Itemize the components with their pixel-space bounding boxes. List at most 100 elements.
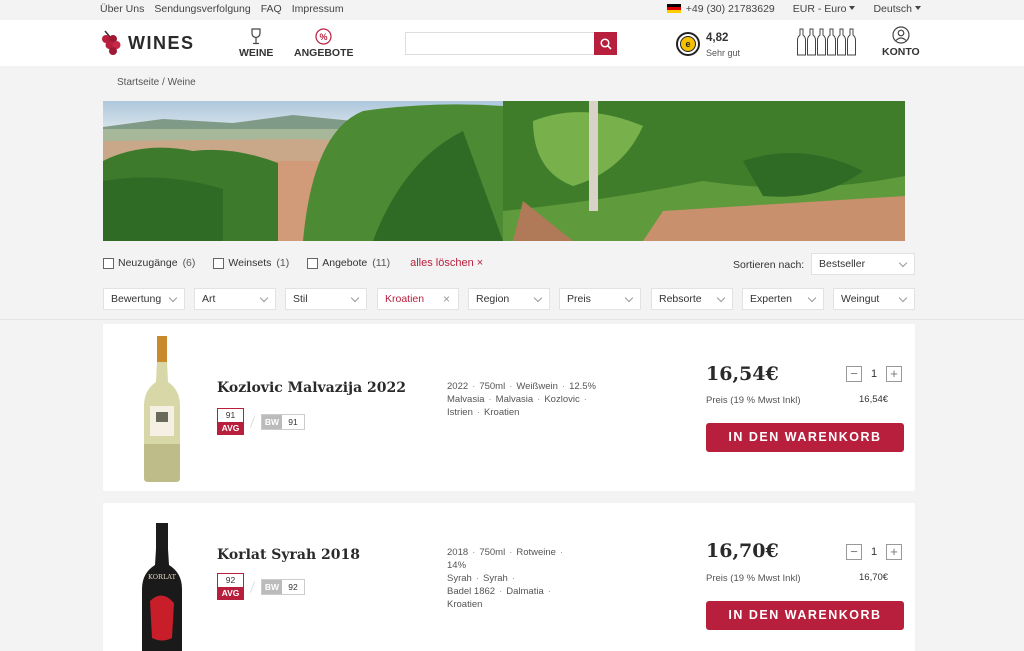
detail-vintage: 2018: [447, 547, 469, 558]
sort-value: Bestseller: [819, 258, 866, 270]
product-name[interactable]: Kozlovic Malvazija 2022: [217, 380, 406, 396]
product-details: 2022 · 750ml · Weißwein · 12.5% Malvasia · Malva…: [447, 381, 596, 418]
nav-weine-label: WEINE: [239, 47, 274, 59]
checkbox[interactable]: [103, 257, 114, 269]
filter-rebsorte[interactable]: Rebsorte: [651, 288, 733, 310]
product-scores: 92 AVG BW 92: [217, 573, 305, 600]
bw-score-value: 92: [288, 581, 298, 592]
add-to-cart-button[interactable]: IN DEN WARENKORB: [706, 423, 904, 452]
price-note: Preis (19 % Mwst Inkl): [706, 573, 801, 584]
filter-experten[interactable]: Experten: [742, 288, 824, 310]
vineyard-illustration: [103, 101, 905, 241]
separator: [249, 415, 256, 428]
detail-grape: Malvasia: [495, 394, 534, 405]
top-right: +49 (30) 21783629 EUR - Euro Deutsch: [666, 3, 921, 15]
detail-region: Istrien: [447, 407, 473, 418]
filter-weinsets[interactable]: Weinsets (1): [213, 257, 289, 269]
wine-bottle-image[interactable]: KORLAT: [138, 513, 186, 651]
link-faq[interactable]: FAQ: [261, 3, 282, 15]
filter-stil[interactable]: Stil: [285, 288, 367, 310]
phone-contact[interactable]: +49 (30) 21783629: [666, 3, 775, 15]
nav-angebote[interactable]: % ANGEBOTE: [294, 28, 354, 59]
avg-score-badge: 91 AVG: [217, 408, 244, 435]
nav-weine[interactable]: WEINE: [239, 28, 273, 59]
checkbox[interactable]: [307, 257, 319, 269]
product-price: 16,70€: [706, 540, 779, 562]
filter-neuzugaenge[interactable]: Neuzugänge (6): [103, 257, 195, 269]
link-ueber-uns[interactable]: Über Uns: [100, 3, 144, 15]
clear-all-filters-link[interactable]: alles löschen ×: [410, 257, 483, 269]
currency-label: EUR - Euro: [792, 3, 847, 15]
product-name[interactable]: Korlat Syrah 2018: [217, 547, 360, 563]
language-selector[interactable]: Deutsch: [873, 3, 921, 15]
checkbox[interactable]: [213, 257, 225, 269]
search-input[interactable]: [406, 33, 594, 54]
filter-art[interactable]: Art: [194, 288, 276, 310]
avg-score-label: AVG: [218, 587, 243, 599]
detail-grape: Syrah: [447, 573, 472, 584]
account-link[interactable]: KONTO: [882, 26, 920, 58]
filter-bewertung[interactable]: Bewertung: [103, 288, 185, 310]
filter-label: Angebote: [322, 257, 368, 269]
avg-score-value: 91: [225, 410, 236, 420]
separator: [249, 580, 256, 593]
sort-select[interactable]: Bestseller: [811, 253, 915, 275]
phone-number: +49 (30) 21783629: [685, 3, 775, 15]
increase-quantity-button[interactable]: +: [886, 366, 902, 382]
dropdown-label: Art: [202, 293, 216, 305]
trusted-shops-rating[interactable]: e 4,82 Sehr gut: [676, 32, 740, 58]
dropdown-label: Stil: [293, 293, 308, 305]
bottle-label-text: KORLAT: [148, 573, 177, 581]
dropdown-label: Kroatien: [385, 293, 425, 305]
product-scores: 91 AVG BW 91: [217, 408, 305, 435]
filter-weingut[interactable]: Weingut: [833, 288, 915, 310]
detail-alcohol: 12.5%: [569, 381, 596, 392]
product-details: 2018 · 750ml · Rotweine · 14% Syrah · Syrah · Ba…: [447, 547, 564, 610]
detail-type: Rotweine: [516, 547, 556, 558]
product-price: 16,54€: [706, 363, 779, 385]
rating-score: 4,82: [706, 32, 729, 44]
filter-label: Weinsets: [228, 257, 272, 269]
seal-letter: e: [680, 36, 696, 52]
link-sendungsverfolgung[interactable]: Sendungsverfolgung: [154, 3, 250, 15]
decrease-quantity-button[interactable]: −: [846, 366, 862, 382]
nav-angebote-label: ANGEBOTE: [294, 47, 354, 59]
breadcrumb[interactable]: Startseite / Weine: [117, 77, 196, 88]
price-total: 16,54€: [859, 394, 889, 405]
detail-winery: Kozlovic: [544, 394, 580, 405]
filter-preis[interactable]: Preis: [559, 288, 641, 310]
rating-label: Sehr gut: [706, 48, 741, 58]
dropdown-label: Rebsorte: [659, 293, 702, 305]
quantity-stepper: − 1 +: [846, 544, 902, 560]
filter-land-kroatien[interactable]: Kroatien ×: [377, 288, 459, 310]
wine-bottle-image[interactable]: [138, 334, 186, 484]
quantity-value[interactable]: 1: [862, 368, 886, 380]
add-to-cart-button[interactable]: IN DEN WARENKORB: [706, 601, 904, 630]
price-total: 16,70€: [859, 572, 889, 583]
site-header: WINES WEINE % ANGEBOTE e 4,82 Sehr gut K…: [0, 20, 1024, 66]
quantity-value[interactable]: 1: [862, 546, 886, 558]
link-impressum[interactable]: Impressum: [292, 3, 344, 15]
detail-grape: Syrah: [483, 573, 508, 584]
site-logo[interactable]: WINES: [100, 26, 195, 60]
top-links: Über Uns Sendungsverfolgung FAQ Impressu…: [100, 3, 344, 15]
remove-filter-icon[interactable]: ×: [443, 292, 450, 306]
bottle-icon: [807, 28, 816, 56]
language-label: Deutsch: [873, 3, 912, 15]
cart-bottles[interactable]: [797, 28, 856, 56]
vineyard-banner-image: [103, 101, 905, 241]
grape-logo-icon: [102, 30, 121, 55]
top-bar: Über Uns Sendungsverfolgung FAQ Impressu…: [0, 0, 1024, 20]
filter-count: (6): [182, 257, 196, 269]
avg-score-label: AVG: [218, 422, 243, 434]
filter-label: Neuzugänge: [118, 257, 178, 269]
filter-region[interactable]: Region: [468, 288, 550, 310]
dropdown-label: Bewertung: [111, 293, 162, 305]
search-button[interactable]: [594, 32, 617, 55]
filter-angebote[interactable]: Angebote (11): [307, 257, 390, 269]
decrease-quantity-button[interactable]: −: [846, 544, 862, 560]
trusted-shops-seal-icon: e: [676, 32, 700, 56]
dropdown-label: Region: [476, 293, 510, 305]
increase-quantity-button[interactable]: +: [886, 544, 902, 560]
currency-selector[interactable]: EUR - Euro: [793, 3, 856, 15]
